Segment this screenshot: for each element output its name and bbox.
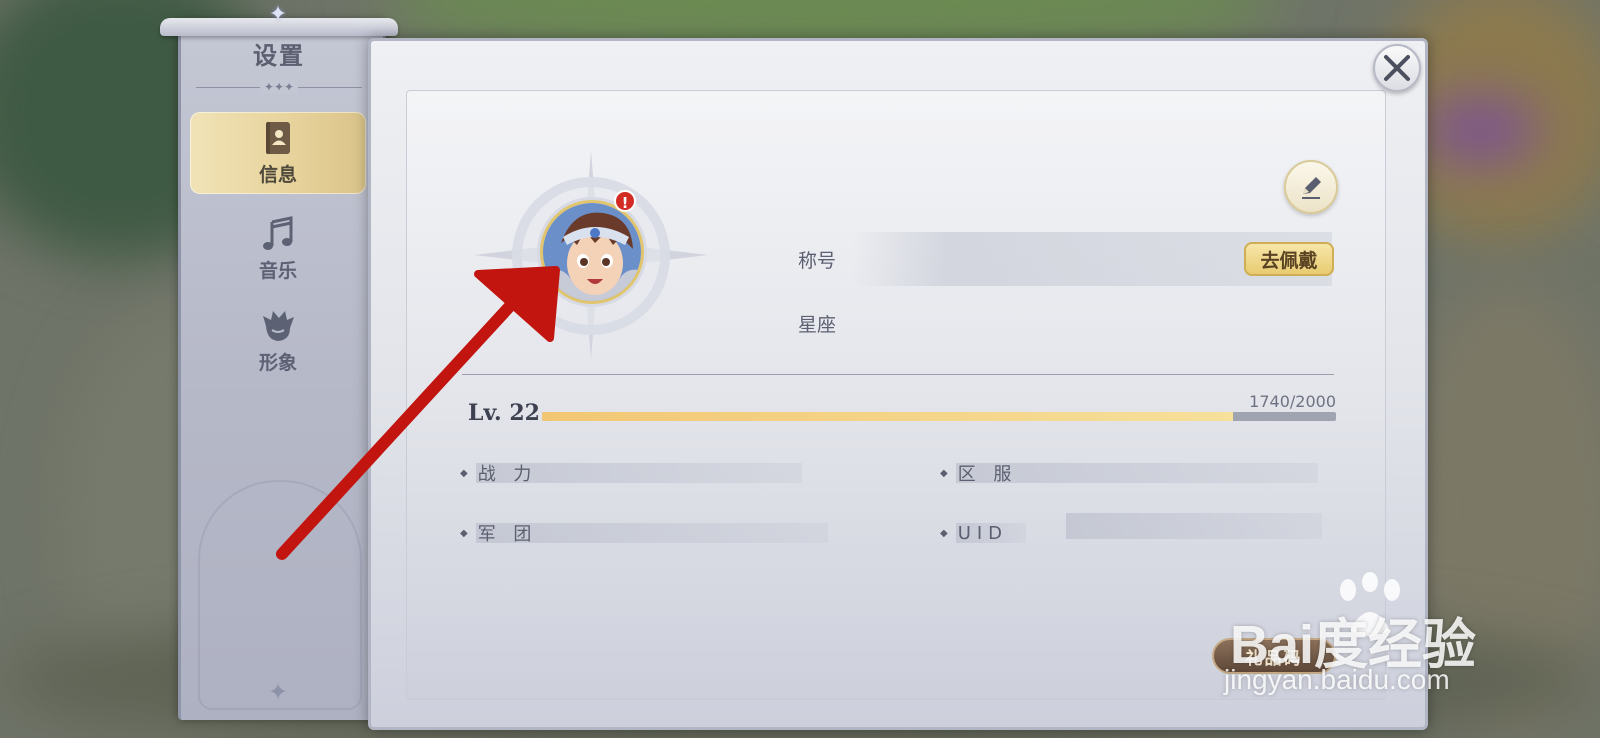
section-divider — [462, 374, 1334, 375]
uid-value-bg — [1066, 513, 1322, 539]
exp-progress-bar — [542, 412, 1336, 421]
sidebar-item-music[interactable]: 音乐 — [190, 208, 366, 290]
stat-uid-label: UID — [957, 522, 1009, 544]
stat-server: ◆ 区 服 — [940, 462, 1018, 485]
bullet-diamond-icon: ◆ — [460, 527, 468, 539]
sidebar-item-appearance[interactable]: 形象 — [190, 300, 366, 382]
character-head-icon — [260, 308, 296, 344]
title-divider-ornament: ✦✦✦ — [188, 80, 370, 94]
close-button[interactable] — [1373, 44, 1421, 92]
stat-combat-power-label: 战 力 — [477, 464, 538, 485]
stat-combat-power: ◆ 战 力 — [460, 462, 538, 485]
exp-counter: 1740/2000 — [1249, 392, 1336, 411]
sidebar-item-info[interactable]: 信息 — [190, 112, 366, 194]
stat-legion: ◆ 军 团 — [460, 522, 538, 545]
sidebar-item-info-label: 信息 — [258, 163, 297, 186]
edit-profile-button[interactable] — [1284, 160, 1338, 214]
player-level: Lv. 22 — [468, 400, 540, 426]
sidebar-bottom-star-icon: ✦ — [268, 678, 289, 706]
music-note-icon — [260, 215, 296, 252]
stat-uid: ◆ UID — [940, 522, 1008, 544]
stat-server-label: 区 服 — [957, 464, 1018, 485]
exp-progress-fill — [542, 412, 1233, 421]
alert-badge-icon: ! — [614, 190, 636, 212]
close-icon — [1384, 55, 1410, 81]
contact-book-icon — [260, 120, 296, 156]
constellation-label: 星座 — [798, 314, 837, 336]
bullet-diamond-icon: ◆ — [940, 527, 948, 539]
bullet-diamond-icon: ◆ — [940, 467, 948, 479]
title-label: 称号 — [798, 250, 837, 272]
stat-legion-label: 军 团 — [477, 524, 538, 545]
pencil-icon — [1302, 177, 1321, 199]
watermark: Bai度经验 jingyan.baidu.com — [1224, 572, 1530, 695]
bullet-diamond-icon: ◆ — [460, 467, 468, 479]
sidebar-item-music-label: 音乐 — [258, 259, 297, 282]
sidebar-item-appearance-label: 形象 — [258, 351, 297, 374]
sidebar-star-ornament-icon: ✦ — [268, 2, 288, 27]
sidebar-bottom-ornament — [198, 480, 362, 710]
wear-title-button[interactable]: 去佩戴 — [1244, 242, 1334, 276]
watermark-url: jingyan.baidu.com — [1224, 664, 1450, 695]
player-avatar[interactable] — [540, 200, 644, 304]
